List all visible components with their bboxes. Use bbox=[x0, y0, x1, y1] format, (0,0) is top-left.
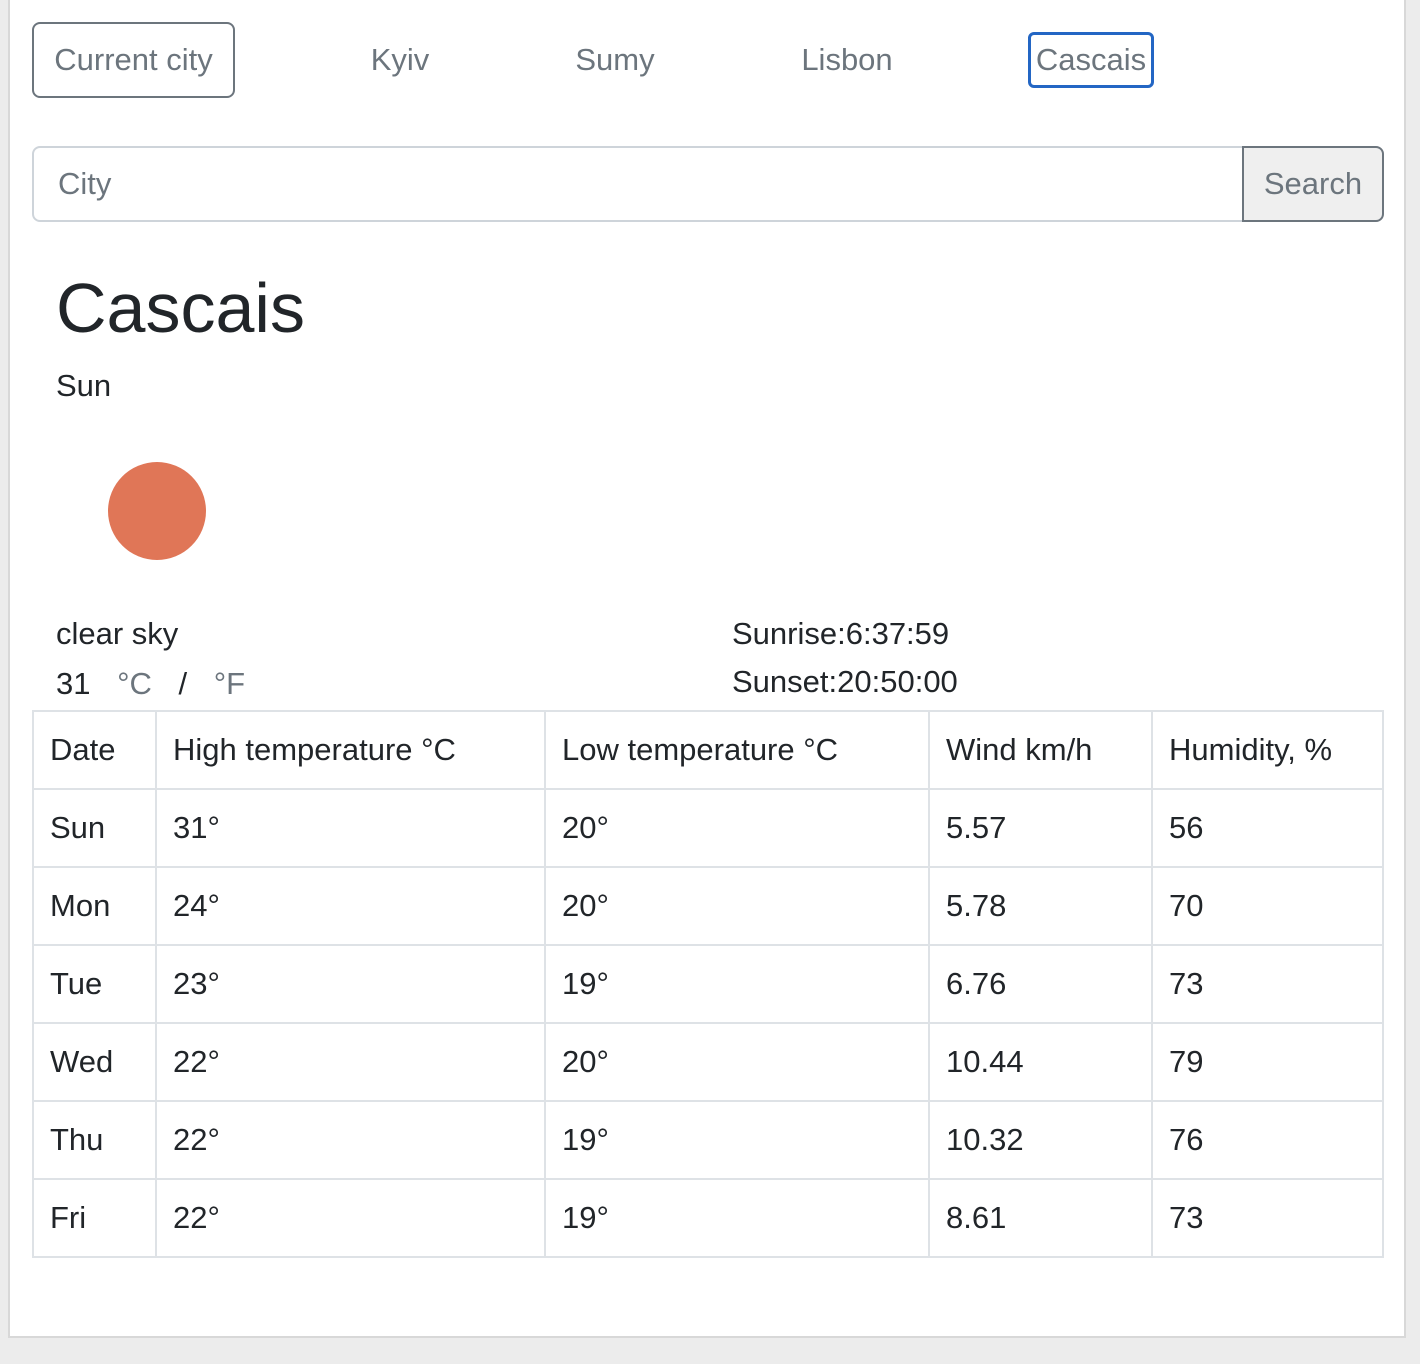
cell-low: 20° bbox=[544, 1022, 930, 1102]
fahrenheit-toggle[interactable]: °F bbox=[214, 666, 245, 701]
current-temperature: 31 bbox=[56, 666, 91, 701]
cell-date: Wed bbox=[32, 1022, 157, 1102]
cell-date: Fri bbox=[32, 1178, 157, 1258]
header-humidity: Humidity, % bbox=[1151, 710, 1384, 790]
city-tab-sumy[interactable]: Sumy bbox=[550, 22, 680, 98]
current-temperature-line: 31 °C / °F bbox=[56, 666, 245, 702]
cell-wind: 5.57 bbox=[928, 788, 1153, 868]
cell-high: 22° bbox=[155, 1178, 546, 1258]
celsius-toggle[interactable]: °C bbox=[117, 666, 152, 701]
cell-date: Thu bbox=[32, 1100, 157, 1180]
cell-humidity: 70 bbox=[1151, 866, 1384, 946]
table-row: Fri 22° 19° 8.61 73 bbox=[32, 1178, 1384, 1258]
cell-wind: 5.78 bbox=[928, 866, 1153, 946]
header-low-temperature: Low temperature °C bbox=[544, 710, 930, 790]
current-weekday: Sun bbox=[56, 368, 112, 403]
weather-description: clear sky bbox=[56, 616, 179, 651]
header-date: Date bbox=[32, 710, 157, 790]
cell-low: 20° bbox=[544, 866, 930, 946]
cell-humidity: 73 bbox=[1151, 1178, 1384, 1258]
cell-high: 23° bbox=[155, 944, 546, 1024]
cell-date: Mon bbox=[32, 866, 157, 946]
sunset-time: Sunset:20:50:00 bbox=[732, 664, 958, 699]
current-city-button[interactable]: Current city bbox=[32, 22, 235, 98]
header-high-temperature: High temperature °C bbox=[155, 710, 546, 790]
city-search-input[interactable]: City bbox=[32, 146, 1244, 222]
table-row: Thu 22° 19° 10.32 76 bbox=[32, 1100, 1384, 1180]
cell-humidity: 56 bbox=[1151, 788, 1384, 868]
cell-date: Tue bbox=[32, 944, 157, 1024]
table-row: Wed 22° 20° 10.44 79 bbox=[32, 1022, 1384, 1102]
cell-humidity: 73 bbox=[1151, 944, 1384, 1024]
forecast-header-row: Date High temperature °C Low temperature… bbox=[32, 710, 1384, 790]
cell-low: 20° bbox=[544, 788, 930, 868]
city-title: Cascais bbox=[56, 269, 305, 347]
cell-wind: 10.32 bbox=[928, 1100, 1153, 1180]
search-placeholder: City bbox=[58, 166, 112, 201]
cell-wind: 8.61 bbox=[928, 1178, 1153, 1258]
header-wind: Wind km/h bbox=[928, 710, 1153, 790]
cell-low: 19° bbox=[544, 1100, 930, 1180]
cell-high: 22° bbox=[155, 1100, 546, 1180]
cell-wind: 10.44 bbox=[928, 1022, 1153, 1102]
search-button[interactable]: Search bbox=[1242, 146, 1384, 222]
cell-high: 22° bbox=[155, 1022, 546, 1102]
cell-low: 19° bbox=[544, 1178, 930, 1258]
city-tab-kyiv[interactable]: Kyiv bbox=[340, 22, 460, 98]
cell-low: 19° bbox=[544, 944, 930, 1024]
sunrise-time: Sunrise:6:37:59 bbox=[732, 616, 950, 651]
cell-humidity: 76 bbox=[1151, 1100, 1384, 1180]
unit-separator: / bbox=[178, 666, 188, 701]
table-row: Tue 23° 19° 6.76 73 bbox=[32, 944, 1384, 1024]
city-tab-cascais[interactable]: Cascais bbox=[1028, 32, 1154, 88]
table-row: Mon 24° 20° 5.78 70 bbox=[32, 866, 1384, 946]
cell-humidity: 79 bbox=[1151, 1022, 1384, 1102]
cell-date: Sun bbox=[32, 788, 157, 868]
cell-high: 24° bbox=[155, 866, 546, 946]
city-tab-lisbon[interactable]: Lisbon bbox=[780, 22, 914, 98]
cell-high: 31° bbox=[155, 788, 546, 868]
forecast-table: Date High temperature °C Low temperature… bbox=[32, 710, 1384, 1258]
table-row: Sun 31° 20° 5.57 56 bbox=[32, 788, 1384, 868]
sun-icon bbox=[108, 462, 206, 560]
cell-wind: 6.76 bbox=[928, 944, 1153, 1024]
